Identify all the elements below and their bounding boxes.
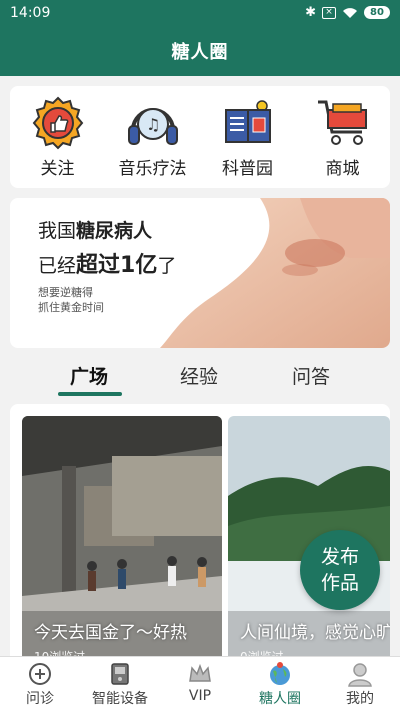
- book-icon: [224, 100, 271, 143]
- feed-tabs: 广场 经验 问答: [0, 354, 400, 398]
- battery-icon: 80: [364, 6, 390, 19]
- post-views: 0浏览过: [240, 648, 284, 656]
- banner-line2: 已经超过1亿了: [38, 253, 177, 278]
- menu-item-label: 科普园: [222, 159, 273, 179]
- nav-label: 糖人圈: [259, 691, 301, 707]
- globe-people-icon: [270, 662, 290, 685]
- promo-banner[interactable]: 我国糖尿病人 已经超过1亿了 想要逆糖得 抓住黄金时间: [10, 198, 390, 348]
- bottom-nav: 问诊 智能设备 VIP 糖人圈 我的: [0, 656, 400, 711]
- publish-label-2: 作品: [320, 572, 359, 594]
- banner-subtitle: 想要逆糖得 抓住黄金时间: [38, 286, 104, 314]
- page-title: 糖人圈: [171, 42, 229, 63]
- post-title: 今天去国金了～好热: [34, 623, 187, 643]
- crown-icon: [189, 663, 211, 682]
- nav-label: 问诊: [26, 691, 54, 707]
- nav-item-device[interactable]: 智能设备: [80, 657, 160, 711]
- app-header: 14:09 ✱ × 80 糖人圈: [0, 0, 400, 76]
- banner-line1: 我国糖尿病人: [38, 220, 153, 242]
- svg-text:♫: ♫: [146, 115, 160, 134]
- menu-item-music-therapy[interactable]: ♫ 音乐疗法: [108, 96, 198, 179]
- status-time: 14:09: [10, 5, 51, 21]
- menu-item-science[interactable]: 科普园: [203, 96, 293, 179]
- nav-item-profile[interactable]: 我的: [320, 657, 400, 711]
- profile-icon: [348, 663, 372, 687]
- quick-menu: 关注 ♫ 音乐疗法 科普园 商城: [10, 86, 390, 188]
- tab-square[interactable]: 广场: [70, 362, 108, 389]
- menu-item-follow[interactable]: 关注: [13, 96, 103, 179]
- menu-item-label: 音乐疗法: [118, 159, 187, 179]
- shopping-cart-icon: [317, 100, 367, 145]
- consult-icon: [29, 663, 51, 685]
- menu-item-label: 关注: [40, 159, 75, 179]
- status-icons: ✱ × 80: [305, 5, 390, 20]
- post-views: 10浏览过: [34, 648, 85, 656]
- post-card[interactable]: 今天去国金了～好热 10浏览过: [22, 416, 222, 656]
- nav-label: VIP: [188, 688, 212, 704]
- tab-qa[interactable]: 问答: [292, 362, 330, 389]
- nav-label: 我的: [346, 691, 374, 707]
- publish-label-1: 发布: [320, 546, 359, 568]
- post-title: 人间仙境，感觉心旷: [240, 623, 390, 643]
- tab-indicator: [58, 392, 122, 396]
- status-bar: 14:09 ✱ × 80: [0, 0, 400, 28]
- tab-experience[interactable]: 经验: [180, 362, 218, 389]
- nav-label: 智能设备: [92, 691, 148, 707]
- menu-item-label: 商城: [325, 159, 360, 179]
- device-icon: [111, 663, 129, 685]
- nav-item-consult[interactable]: 问诊: [0, 657, 80, 711]
- headphones-icon: ♫: [127, 108, 178, 145]
- wifi-icon: [343, 7, 357, 18]
- bluetooth-icon: ✱: [305, 5, 316, 20]
- menu-item-shop[interactable]: 商城: [298, 96, 388, 179]
- nav-item-circle[interactable]: 糖人圈: [240, 657, 320, 711]
- thumbs-up-badge-icon: [32, 96, 83, 150]
- neck-photo: [150, 198, 390, 348]
- nav-item-vip[interactable]: VIP: [160, 657, 240, 711]
- publish-button[interactable]: 发布 作品: [300, 530, 380, 610]
- post-card[interactable]: 人间仙境，感觉心旷 0浏览过: [228, 416, 390, 656]
- sim-icon: ×: [322, 6, 336, 19]
